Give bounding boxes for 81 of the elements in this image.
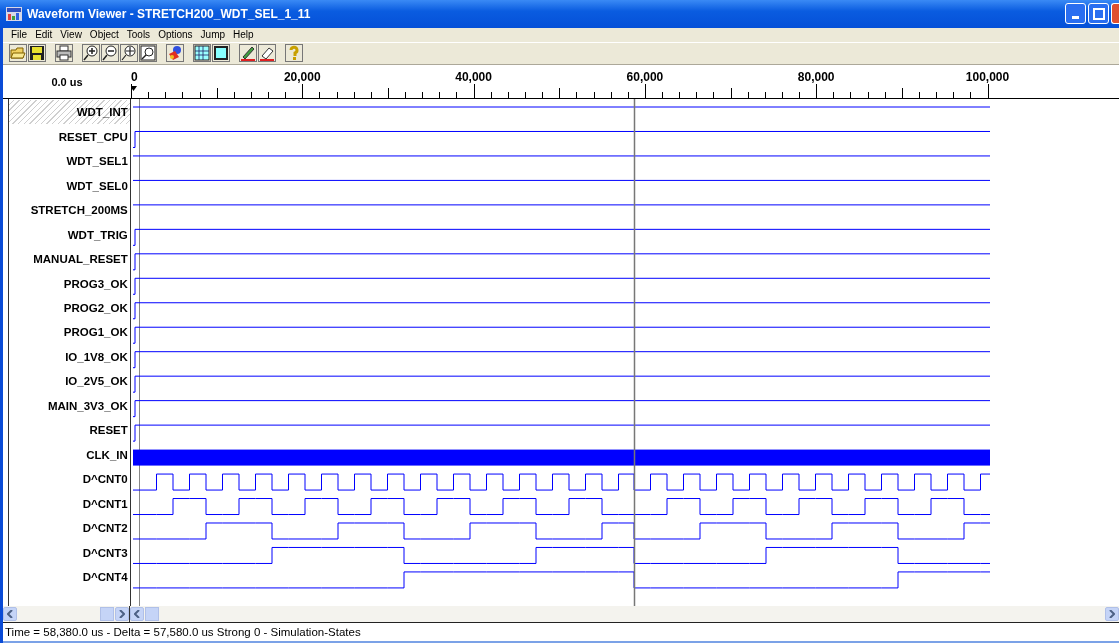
printer-icon	[56, 45, 72, 62]
app-icon	[6, 6, 22, 21]
minimize-icon	[1072, 16, 1079, 20]
maximize-button[interactable]	[1088, 3, 1109, 25]
folder-icon	[10, 45, 26, 62]
signal-label[interactable]: MAIN_3V3_OK	[9, 393, 130, 419]
menu-item[interactable]: Tools	[122, 29, 155, 41]
floppy-icon	[29, 45, 45, 62]
menu-item[interactable]: Edit	[31, 29, 57, 41]
zoom-in-button[interactable]	[82, 44, 100, 63]
time-label: 20,000	[283, 70, 321, 84]
menu-item[interactable]: Jump	[196, 29, 230, 41]
print-button[interactable]	[55, 44, 73, 63]
scroll-thumb[interactable]	[100, 607, 114, 621]
magnifier-icon	[140, 45, 156, 62]
open-button[interactable]	[9, 44, 27, 63]
eraser-button[interactable]	[258, 44, 276, 63]
time-label: 40,000	[455, 70, 492, 84]
arrow-right-icon	[119, 610, 125, 618]
scroll-thumb[interactable]	[145, 607, 159, 621]
maximize-icon	[1092, 7, 1105, 20]
time-cursor[interactable]	[633, 99, 636, 606]
eraser-icon	[259, 45, 275, 62]
zoom-icon	[121, 45, 137, 62]
time-label: 80,000	[797, 70, 835, 84]
pencil-icon	[240, 45, 256, 62]
signal-label[interactable]: PROG2_OK	[9, 295, 130, 321]
frame-icon	[213, 45, 229, 62]
scroll-right-button[interactable]	[1105, 607, 1119, 621]
menu-item[interactable]: File	[7, 29, 32, 41]
zoom-out-button[interactable]	[101, 44, 119, 63]
zoom-area-button[interactable]	[139, 44, 157, 63]
minimize-button[interactable]	[1065, 3, 1086, 25]
arrow-left-icon	[7, 610, 13, 618]
menu-item[interactable]: View	[56, 29, 86, 41]
help-button[interactable]	[285, 44, 303, 63]
signal-label[interactable]: RESET_CPU	[9, 124, 130, 149]
signal-label[interactable]: PROG1_OK	[9, 320, 130, 345]
arrow-right-icon	[1109, 610, 1115, 618]
signal-label[interactable]: WDT_SEL1	[9, 148, 130, 174]
arrow-left-icon	[134, 610, 140, 618]
color-button[interactable]	[166, 44, 184, 63]
grid-icon	[194, 45, 210, 62]
frame-button[interactable]	[212, 44, 230, 63]
signal-label[interactable]: D^CNT0	[9, 467, 130, 492]
signal-label[interactable]: CLK_IN	[9, 442, 130, 468]
time-label: 0	[131, 70, 138, 84]
signal-label[interactable]: STRETCH_200MS	[9, 197, 130, 223]
menu-item[interactable]: Options	[154, 29, 197, 41]
time-display: 0.0 us	[51, 76, 83, 88]
signal-label[interactable]: WDT_SEL0	[9, 173, 130, 198]
menu-item[interactable]: Object	[85, 29, 123, 41]
start-cursor[interactable]	[138, 99, 140, 606]
signal-label[interactable]: D^CNT3	[9, 540, 130, 565]
signal-label[interactable]: RESET	[9, 418, 130, 443]
zoom-full-button[interactable]	[120, 44, 138, 63]
save-button[interactable]	[28, 44, 46, 63]
status-text: Time = 58,380.0 us - Delta = 57,580.0 us Strong 0 - Simulation-States	[5, 626, 361, 638]
signal-label[interactable]: D^CNT1	[9, 491, 130, 516]
marker-icon	[131, 86, 137, 91]
zoom-out-icon	[102, 45, 118, 62]
signal-label[interactable]: PROG3_OK	[9, 271, 130, 296]
signal-label[interactable]: IO_2V5_OK	[9, 369, 130, 394]
signal-label[interactable]: MANUAL_RESET	[9, 246, 130, 272]
signal-label[interactable]: WDT_TRIG	[9, 222, 130, 247]
scroll-left-button[interactable]	[3, 607, 17, 621]
menu-item[interactable]: Help	[229, 29, 258, 41]
signal-label[interactable]: WDT_INT	[9, 100, 130, 125]
close-button[interactable]	[1111, 3, 1119, 25]
window-title: Waveform Viewer - STRETCH200_WDT_SEL_1_11	[27, 6, 311, 21]
grid-button[interactable]	[193, 44, 211, 63]
signal-label[interactable]: IO_1V8_OK	[9, 344, 130, 370]
palette-icon	[167, 45, 183, 62]
signal-label[interactable]: D^CNT4	[9, 564, 130, 590]
zoom-in-icon	[83, 45, 99, 62]
signal-label[interactable]: D^CNT2	[9, 515, 130, 541]
pencil-button[interactable]	[239, 44, 257, 63]
time-label: 100,000	[965, 70, 1010, 84]
scroll-right-button[interactable]	[115, 607, 129, 621]
scroll-left-button[interactable]	[130, 607, 144, 621]
time-label: 60,000	[626, 70, 664, 84]
